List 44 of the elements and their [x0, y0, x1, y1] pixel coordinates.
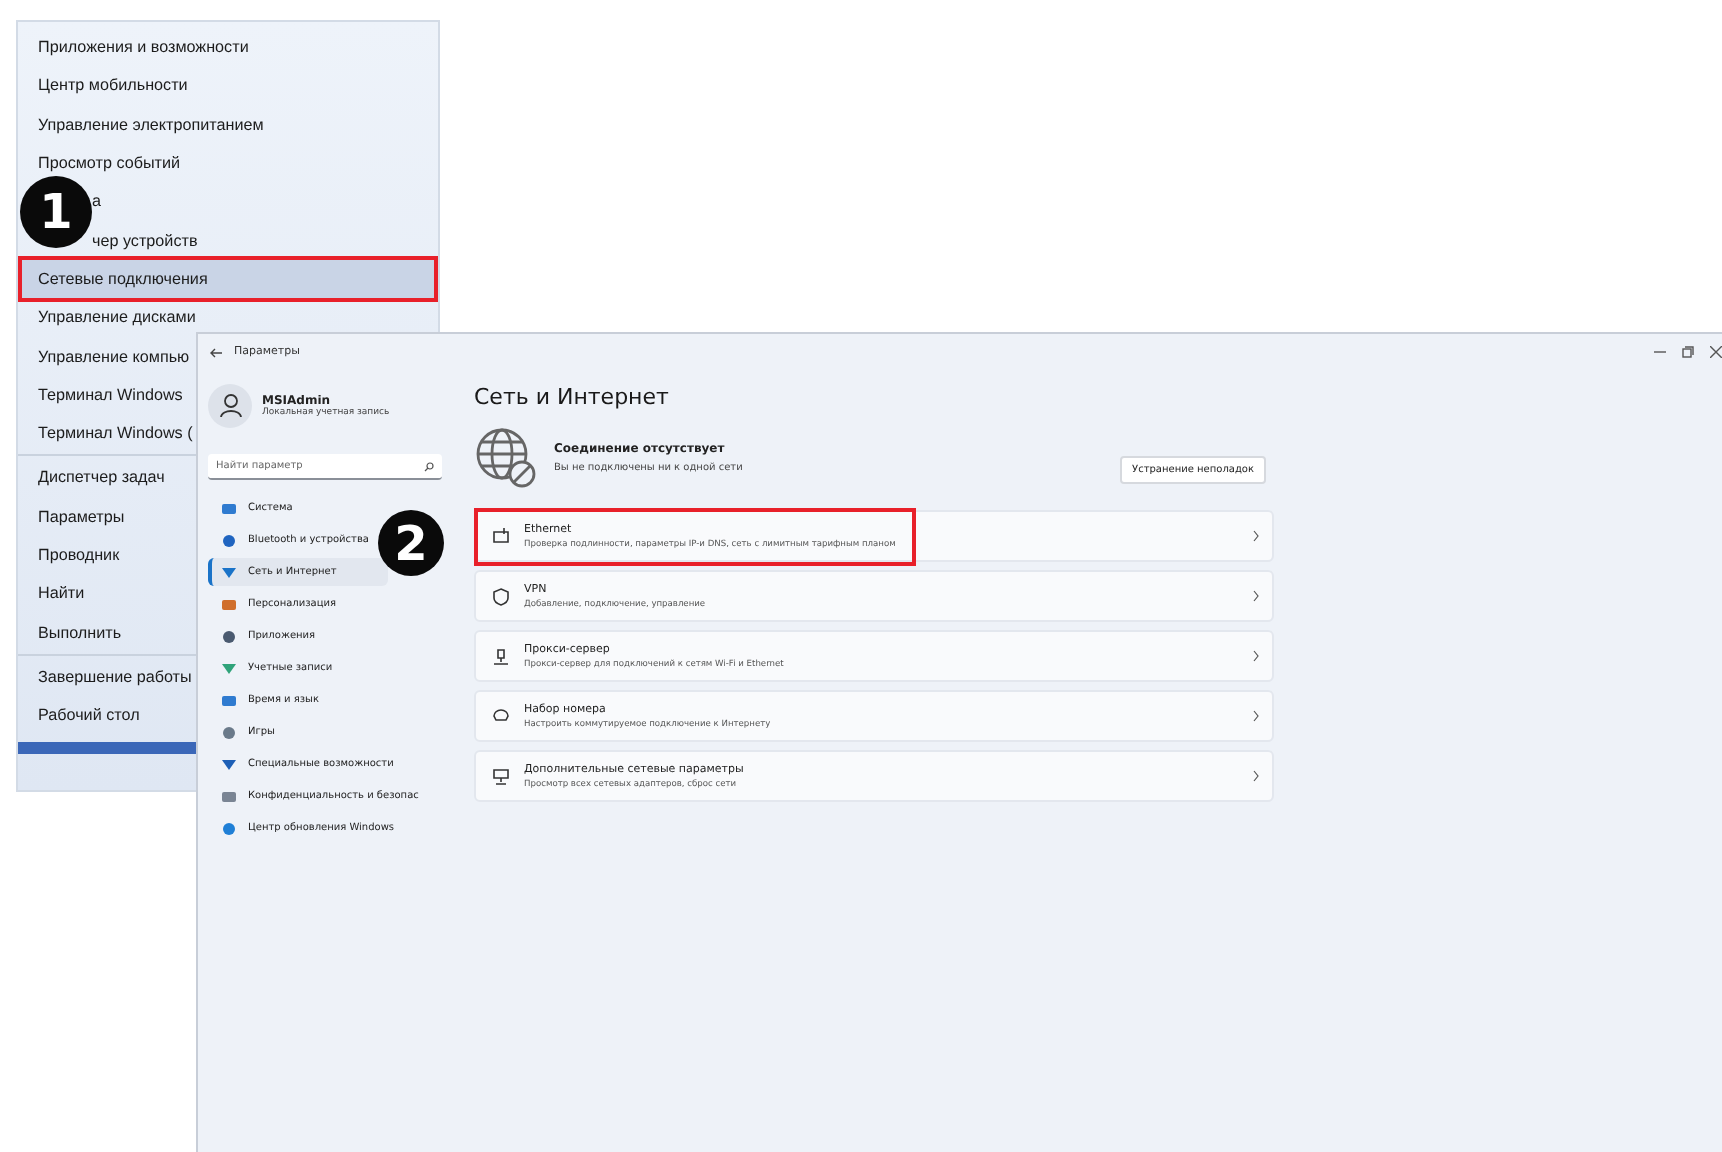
- nav-icon: [222, 565, 236, 579]
- page-title: Сеть и Интернет: [474, 384, 671, 414]
- back-icon[interactable]: [210, 347, 222, 357]
- nav-icon: [222, 789, 236, 803]
- nav-icon: [222, 661, 236, 675]
- restore-icon[interactable]: [1682, 346, 1694, 358]
- chevron-icon: [1252, 770, 1260, 782]
- menu-item[interactable]: Завершение работы: [22, 657, 196, 697]
- server-icon: [492, 647, 510, 665]
- shield-icon: [492, 587, 510, 605]
- menu-item[interactable]: Выполнить: [22, 612, 126, 652]
- nav-icon: [222, 725, 236, 739]
- menu-item[interactable]: Диспетчер задач: [22, 458, 169, 498]
- close-icon[interactable]: [1710, 346, 1722, 358]
- menu-item[interactable]: Управление дисками: [22, 298, 200, 337]
- menu-item[interactable]: Центр мобильности: [22, 66, 192, 106]
- chevron-icon: [1252, 650, 1260, 662]
- menu-item[interactable]: Параметры: [22, 497, 129, 536]
- menu-item[interactable]: Сетевые подключения: [22, 259, 434, 299]
- chevron-icon: [1252, 710, 1260, 722]
- menu-item[interactable]: Терминал Windows (: [22, 413, 197, 453]
- menu-item[interactable]: Терминал Windows: [22, 375, 187, 414]
- person-icon: [219, 394, 241, 418]
- menu-item[interactable]: а: [92, 182, 106, 221]
- menu-item[interactable]: Управление электропитанием: [22, 105, 268, 144]
- menu-item[interactable]: чер устройств: [92, 220, 202, 260]
- nav-icon: [222, 597, 236, 611]
- search-icon: [424, 461, 434, 471]
- menu-item[interactable]: Управление компью: [22, 336, 194, 376]
- menu-item[interactable]: Проводник: [22, 535, 124, 575]
- nav-icon: [222, 821, 236, 835]
- nav-icon: [222, 533, 236, 547]
- nav-icon: [222, 629, 236, 643]
- chevron-icon: [1252, 530, 1260, 542]
- menu-item[interactable]: Приложения и возможности: [22, 28, 253, 67]
- menu-item[interactable]: Рабочий стол: [22, 696, 144, 735]
- monitor-icon: [492, 527, 510, 545]
- nav-icon: [222, 693, 236, 707]
- computer-icon: [492, 767, 510, 785]
- chevron-icon: [1252, 590, 1260, 602]
- menu-item[interactable]: Найти: [22, 574, 89, 613]
- globe-blocked-icon: [474, 426, 538, 490]
- nav-icon: [222, 501, 236, 515]
- minimize-icon[interactable]: [1654, 346, 1666, 358]
